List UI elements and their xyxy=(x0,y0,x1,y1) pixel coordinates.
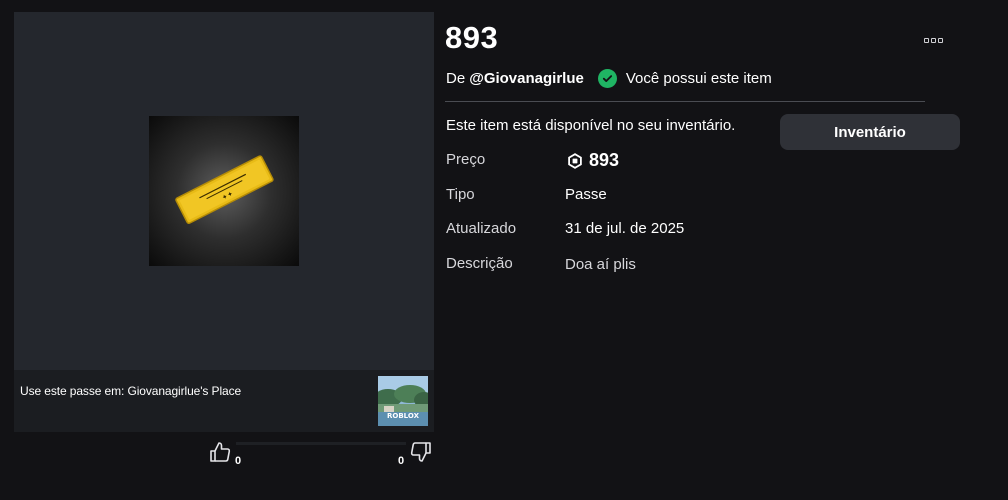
availability-text: Este item está disponível no seu inventá… xyxy=(446,117,736,134)
divider xyxy=(445,101,925,102)
place-thumb-label: ROBLOX xyxy=(387,412,420,420)
owned-text: Você possui este item xyxy=(625,70,772,87)
description-label: Descrição xyxy=(446,255,513,272)
pass-ticket-image: ✦✦ xyxy=(175,155,274,224)
item-thumbnail: ✦✦ xyxy=(149,116,299,266)
downvote-count: 0 xyxy=(398,455,405,467)
place-prefix: Use este passe em: xyxy=(20,384,125,398)
more-options-button[interactable] xyxy=(921,34,945,46)
price-value: 893 xyxy=(567,150,619,171)
place-thumbnail[interactable]: ROBLOX xyxy=(378,376,428,426)
inventory-button[interactable]: Inventário xyxy=(780,114,960,150)
type-value: Passe xyxy=(565,186,607,203)
owned-badge: Você possui este item xyxy=(597,69,772,88)
upvote-count: 0 xyxy=(235,455,242,467)
robux-icon xyxy=(568,152,582,169)
price-label: Preço xyxy=(446,151,486,168)
description-value: Doa aí plis xyxy=(565,256,636,273)
thumb-down-icon[interactable] xyxy=(408,440,432,464)
thumb-up-icon[interactable] xyxy=(209,440,233,464)
vote-bar: 0 0 xyxy=(14,436,434,472)
more-icon xyxy=(923,37,929,43)
place-name[interactable]: Giovanagirlue's Place xyxy=(127,384,241,398)
place-link[interactable]: Use este passe em: Giovanagirlue's Place xyxy=(20,384,241,398)
updated-value: 31 de jul. de 2025 xyxy=(565,220,685,237)
place-bar[interactable]: Use este passe em: Giovanagirlue's Place… xyxy=(14,370,434,432)
price-amount: 893 xyxy=(589,150,620,170)
check-icon xyxy=(597,69,617,88)
more-icon xyxy=(937,37,943,43)
item-media-panel: ✦✦ Use este passe em: Giovanagirlue's Pl… xyxy=(14,12,434,432)
by-prefix: De xyxy=(446,70,466,87)
vote-progress-track xyxy=(236,442,406,445)
type-label: Tipo xyxy=(446,186,475,203)
updated-label: Atualizado xyxy=(446,220,517,237)
more-icon xyxy=(930,37,936,43)
creator-row: De @Giovanagirlue Você possui este item xyxy=(446,69,772,88)
item-title: 893 xyxy=(445,20,499,55)
creator-link[interactable]: @Giovanagirlue xyxy=(469,70,584,87)
